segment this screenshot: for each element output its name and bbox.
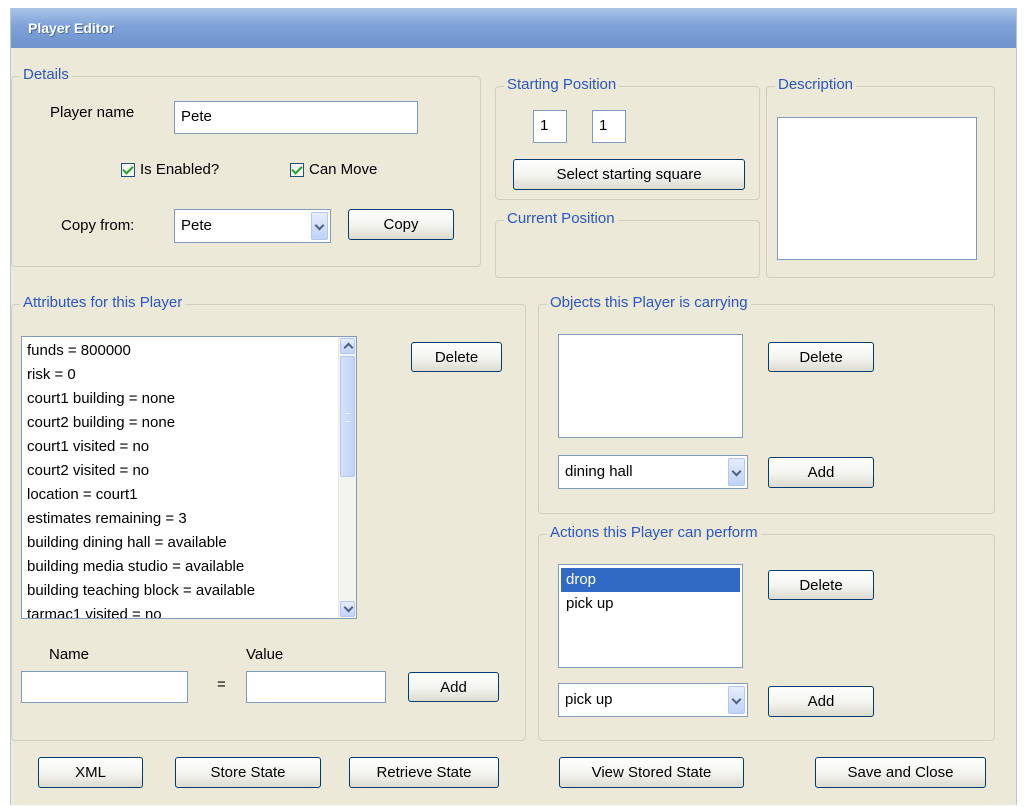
- chevron-down-icon[interactable]: [728, 458, 745, 486]
- start-x-input[interactable]: 1: [533, 110, 567, 143]
- actions-dropdown[interactable]: pick up: [558, 683, 748, 717]
- select-starting-square-button[interactable]: Select starting square: [513, 159, 745, 190]
- chevron-down-icon[interactable]: [728, 686, 745, 714]
- list-item[interactable]: court1 building = none: [22, 387, 356, 411]
- store-state-button[interactable]: Store State: [175, 757, 321, 788]
- player-name-label: Player name: [50, 104, 135, 121]
- attributes-add-button[interactable]: Add: [408, 672, 499, 702]
- actions-add-button[interactable]: Add: [768, 686, 874, 717]
- list-item[interactable]: building dining hall = available: [22, 531, 356, 555]
- value-label: Value: [246, 646, 284, 663]
- copy-button[interactable]: Copy: [348, 209, 454, 240]
- starting-position-legend: Starting Position: [504, 76, 620, 93]
- attributes-delete-button[interactable]: Delete: [411, 342, 502, 372]
- description-textarea[interactable]: [777, 117, 977, 260]
- can-move-checkbox[interactable]: [290, 163, 304, 177]
- attribute-name-input[interactable]: [21, 671, 188, 703]
- objects-dropdown-value: dining hall: [565, 463, 633, 480]
- start-y-input[interactable]: 1: [592, 110, 626, 143]
- objects-add-button[interactable]: Add: [768, 457, 874, 488]
- can-move-label: Can Move: [309, 161, 378, 178]
- window-title: Player Editor: [28, 20, 115, 36]
- actions-dropdown-value: pick up: [565, 691, 613, 708]
- player-editor-window: Player Editor Details Player name Pete I…: [10, 8, 1017, 805]
- list-item[interactable]: building teaching block = available: [22, 579, 356, 603]
- view-stored-state-button[interactable]: View Stored State: [559, 757, 744, 788]
- scroll-up-arrow-icon[interactable]: [340, 338, 355, 354]
- list-item[interactable]: location = court1: [22, 483, 356, 507]
- list-item[interactable]: pick up: [561, 592, 740, 616]
- save-and-close-button[interactable]: Save and Close: [815, 757, 986, 788]
- title-bar[interactable]: Player Editor: [11, 8, 1016, 48]
- actions-legend: Actions this Player can perform: [547, 524, 761, 541]
- copy-from-value: Pete: [181, 217, 212, 234]
- equals-sign: =: [217, 676, 226, 693]
- chevron-down-icon[interactable]: [311, 212, 328, 240]
- list-item[interactable]: drop: [561, 568, 740, 592]
- xml-button[interactable]: XML: [38, 757, 143, 788]
- scrollbar-thumb[interactable]: [340, 356, 355, 477]
- copy-from-dropdown[interactable]: Pete: [174, 209, 331, 243]
- name-label: Name: [49, 646, 90, 663]
- list-item[interactable]: funds = 800000: [22, 339, 356, 363]
- player-name-input[interactable]: Pete: [174, 101, 418, 134]
- attributes-scrollbar[interactable]: [338, 337, 356, 618]
- list-item[interactable]: risk = 0: [22, 363, 356, 387]
- scroll-down-arrow-icon[interactable]: [340, 601, 355, 617]
- attributes-listbox[interactable]: funds = 800000 risk = 0 court1 building …: [21, 336, 357, 619]
- is-enabled-label: Is Enabled?: [140, 161, 220, 178]
- list-item[interactable]: court2 building = none: [22, 411, 356, 435]
- list-item[interactable]: tarmac1 visited = no: [22, 603, 356, 618]
- list-item[interactable]: court2 visited = no: [22, 459, 356, 483]
- retrieve-state-button[interactable]: Retrieve State: [349, 757, 499, 788]
- description-legend: Description: [775, 76, 857, 93]
- actions-delete-button[interactable]: Delete: [768, 570, 874, 600]
- list-item[interactable]: building media studio = available: [22, 555, 356, 579]
- is-enabled-checkbox[interactable]: [121, 163, 135, 177]
- list-item[interactable]: court1 visited = no: [22, 435, 356, 459]
- list-item[interactable]: estimates remaining = 3: [22, 507, 356, 531]
- objects-legend: Objects this Player is carrying: [547, 294, 751, 311]
- current-position-group: Current Position: [495, 210, 760, 278]
- grip-icon: [345, 413, 351, 422]
- details-legend: Details: [20, 66, 72, 83]
- copy-from-label: Copy from:: [61, 217, 135, 234]
- attributes-legend: Attributes for this Player: [20, 294, 186, 311]
- objects-listbox[interactable]: [558, 334, 743, 438]
- attribute-value-input[interactable]: [246, 671, 386, 703]
- objects-dropdown[interactable]: dining hall: [558, 455, 748, 489]
- objects-delete-button[interactable]: Delete: [768, 342, 874, 372]
- actions-listbox[interactable]: drop pick up: [558, 564, 743, 668]
- current-position-legend: Current Position: [504, 210, 618, 227]
